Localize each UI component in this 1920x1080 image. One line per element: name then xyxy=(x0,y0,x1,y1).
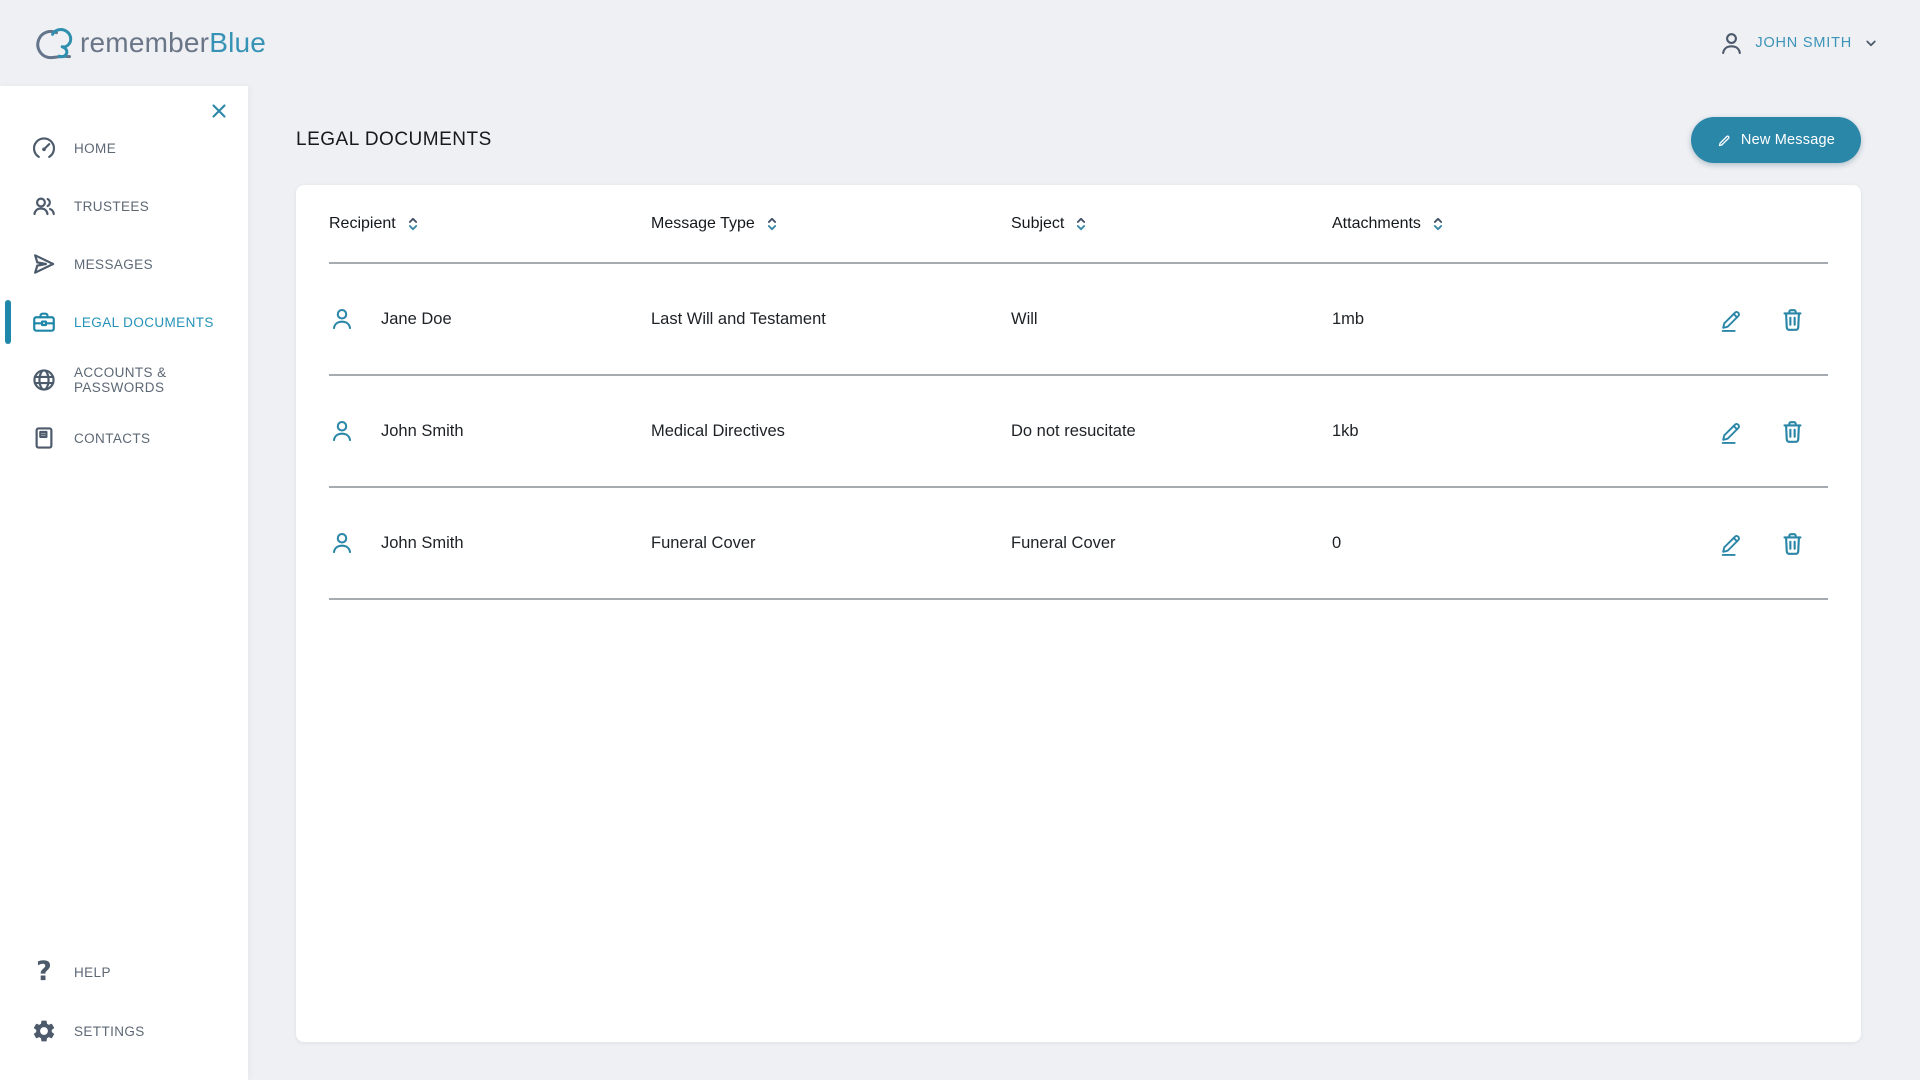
attachments-cell: 1mb xyxy=(1332,310,1662,329)
title-row: LEGAL DOCUMENTS New Message xyxy=(296,116,1861,164)
attachments-cell: 1kb xyxy=(1332,422,1662,441)
column-label: Attachments xyxy=(1332,215,1421,233)
person-icon xyxy=(329,530,355,556)
sort-icon xyxy=(1428,214,1448,234)
cloud-logo-icon xyxy=(26,21,84,65)
edit-button[interactable] xyxy=(1718,306,1745,333)
table-row: Jane Doe Last Will and Testament Will 1m… xyxy=(329,264,1828,376)
edit-button[interactable] xyxy=(1718,418,1745,445)
column-header-message-type[interactable]: Message Type xyxy=(651,214,1011,234)
column-header-recipient[interactable]: Recipient xyxy=(329,214,651,234)
sidebar-item-home[interactable]: HOME xyxy=(0,119,248,177)
sidebar-item-trustees[interactable]: TRUSTEES xyxy=(0,177,248,235)
row-actions xyxy=(1662,306,1828,333)
delete-button[interactable] xyxy=(1779,530,1806,557)
sidebar-item-accounts-passwords[interactable]: ACCOUNTS & PASSWORDS xyxy=(0,351,248,409)
sidebar-item-messages[interactable]: MESSAGES xyxy=(0,235,248,293)
table-row: John Smith Funeral Cover Funeral Cover 0 xyxy=(329,488,1828,600)
sidebar: HOME TRUSTEES MESSAGES xyxy=(0,86,248,1080)
recipient-cell: John Smith xyxy=(329,418,651,444)
sidebar-item-label: LEGAL DOCUMENTS xyxy=(74,315,214,330)
new-message-button[interactable]: New Message xyxy=(1691,117,1861,163)
subject-cell: Do not resucitate xyxy=(1011,422,1332,441)
person-icon xyxy=(329,306,355,332)
user-menu[interactable]: JOHN SMITH xyxy=(1718,30,1880,57)
delete-button[interactable] xyxy=(1779,306,1806,333)
recipient-name: Jane Doe xyxy=(381,310,452,329)
recipient-cell: John Smith xyxy=(329,530,651,556)
sidebar-item-label: MESSAGES xyxy=(74,257,153,272)
sidebar-item-help[interactable]: ? HELP xyxy=(0,943,248,1001)
main-content: LEGAL DOCUMENTS New Message Recipient xyxy=(248,86,1920,1080)
person-icon xyxy=(329,418,355,444)
edit-pencil-icon xyxy=(1718,418,1745,445)
sort-icon xyxy=(762,214,782,234)
sort-icon xyxy=(403,214,423,234)
edit-button[interactable] xyxy=(1718,530,1745,557)
globe-icon xyxy=(31,367,57,393)
pencil-icon xyxy=(1717,133,1732,148)
sidebar-item-label: HELP xyxy=(74,965,111,980)
sidebar-item-label: CONTACTS xyxy=(74,431,150,446)
trash-icon xyxy=(1779,418,1806,445)
sidebar-item-legal-documents[interactable]: LEGAL DOCUMENTS xyxy=(0,293,248,351)
subject-cell: Funeral Cover xyxy=(1011,534,1332,553)
row-actions xyxy=(1662,418,1828,445)
edit-pencil-icon xyxy=(1718,530,1745,557)
edit-pencil-icon xyxy=(1718,306,1745,333)
user-name: JOHN SMITH xyxy=(1755,35,1852,51)
send-icon xyxy=(31,251,57,277)
app-header: rememberBlue JOHN SMITH xyxy=(0,0,1920,86)
chevron-down-icon xyxy=(1862,34,1880,52)
table-header-row: Recipient Message Type Subject xyxy=(329,185,1828,264)
message-type-cell: Last Will and Testament xyxy=(651,310,1011,329)
question-mark-icon: ? xyxy=(31,959,57,985)
column-header-attachments[interactable]: Attachments xyxy=(1332,214,1662,234)
delete-button[interactable] xyxy=(1779,418,1806,445)
brand-logo[interactable]: rememberBlue xyxy=(26,21,266,65)
recipient-name: John Smith xyxy=(381,534,464,553)
sidebar-item-label: HOME xyxy=(74,141,116,156)
sidebar-item-contacts[interactable]: CONTACTS xyxy=(0,409,248,467)
column-header-subject[interactable]: Subject xyxy=(1011,214,1332,234)
column-label: Subject xyxy=(1011,215,1064,233)
trash-icon xyxy=(1779,530,1806,557)
attachments-cell: 0 xyxy=(1332,534,1662,553)
people-icon xyxy=(31,193,57,219)
sidebar-item-settings[interactable]: SETTINGS xyxy=(0,1002,248,1060)
page-title: LEGAL DOCUMENTS xyxy=(296,129,492,151)
contact-book-icon xyxy=(31,425,57,451)
brand-wordmark: rememberBlue xyxy=(80,27,266,59)
documents-card: Recipient Message Type Subject xyxy=(296,185,1861,1042)
column-label: Recipient xyxy=(329,215,396,233)
row-actions xyxy=(1662,530,1828,557)
subject-cell: Will xyxy=(1011,310,1332,329)
new-message-label: New Message xyxy=(1741,132,1835,148)
user-avatar-icon xyxy=(1718,30,1745,57)
message-type-cell: Funeral Cover xyxy=(651,534,1011,553)
message-type-cell: Medical Directives xyxy=(651,422,1011,441)
recipient-cell: Jane Doe xyxy=(329,306,651,332)
recipient-name: John Smith xyxy=(381,422,464,441)
active-indicator-bar xyxy=(5,300,11,344)
column-label: Message Type xyxy=(651,215,755,233)
sidebar-item-label: ACCOUNTS & PASSWORDS xyxy=(74,365,248,395)
gear-icon xyxy=(31,1018,57,1044)
sidebar-item-label: SETTINGS xyxy=(74,1024,145,1039)
table-row: John Smith Medical Directives Do not res… xyxy=(329,376,1828,488)
trash-icon xyxy=(1779,306,1806,333)
sort-icon xyxy=(1071,214,1091,234)
gauge-icon xyxy=(31,135,57,161)
sidebar-item-label: TRUSTEES xyxy=(74,199,149,214)
briefcase-icon xyxy=(31,309,57,335)
